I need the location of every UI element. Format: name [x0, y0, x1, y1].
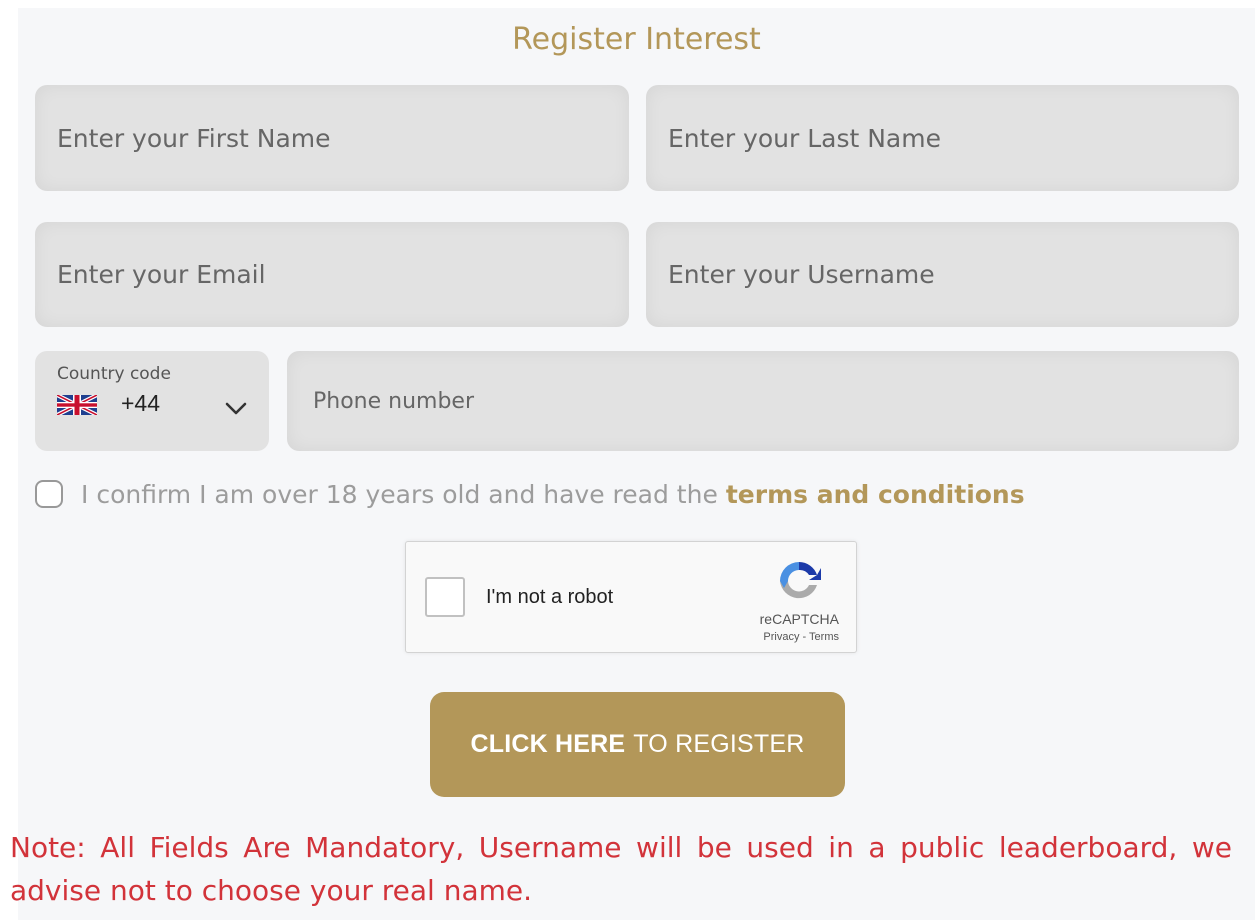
terms-checkbox[interactable] [35, 480, 63, 508]
terms-text: I confirm I am over 18 years old and hav… [81, 479, 718, 509]
terms-row: I confirm I am over 18 years old and hav… [35, 476, 1025, 512]
recaptcha-logo-icon [780, 562, 821, 599]
mandatory-note: Note: All Fields Are Mandatory, Username… [10, 831, 1232, 907]
phone-input[interactable] [287, 351, 1239, 451]
last-name-field [646, 85, 1239, 191]
register-button[interactable]: CLICK HERE TO REGISTER [430, 692, 845, 797]
last-name-input[interactable] [646, 85, 1239, 191]
register-panel: Register Interest Country code +44 I c [18, 8, 1255, 920]
email-field [35, 222, 629, 327]
recaptcha-label: I'm not a robot [486, 586, 614, 608]
recaptcha-links[interactable]: Privacy - Terms [763, 631, 839, 643]
first-name-input[interactable] [35, 85, 629, 191]
register-button-rest: TO REGISTER [633, 730, 805, 758]
chevron-down-icon [225, 402, 247, 415]
first-name-field [35, 85, 629, 191]
terms-link[interactable]: terms and conditions [726, 480, 1025, 509]
register-button-strong: CLICK HERE [470, 730, 626, 758]
recaptcha-brand: reCAPTCHA [759, 611, 839, 627]
recaptcha-widget: I'm not a robot reCAPTCHA Privacy - Term… [405, 541, 857, 653]
country-code-select[interactable]: Country code +44 [35, 351, 269, 451]
form-title: Register Interest [512, 22, 761, 57]
country-code-value: +44 [121, 390, 161, 416]
recaptcha-checkbox[interactable] [425, 577, 465, 617]
username-input[interactable] [646, 222, 1239, 327]
email-input[interactable] [35, 222, 629, 327]
uk-flag-icon [57, 395, 97, 415]
phone-field [287, 351, 1239, 451]
country-code-label: Country code [57, 364, 171, 384]
username-field [646, 222, 1239, 327]
